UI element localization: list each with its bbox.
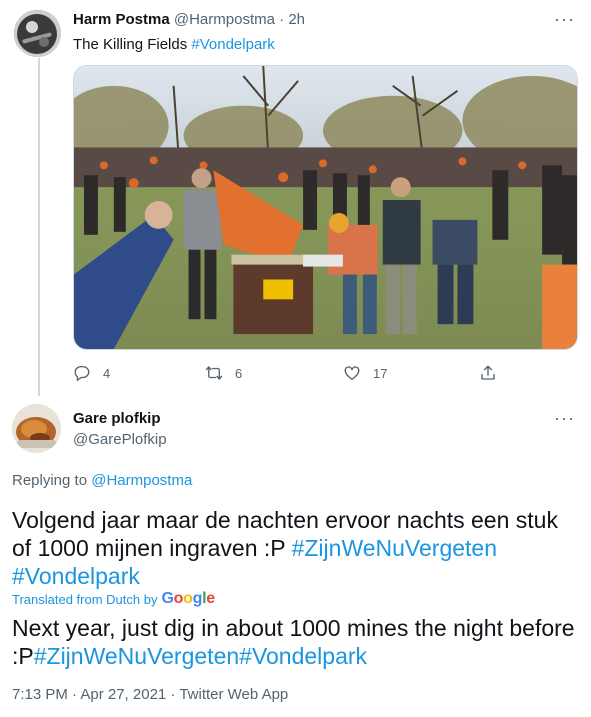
tweet1-header: Harm Postma @Harmpostma · 2h (73, 11, 305, 29)
share-icon (481, 365, 495, 380)
tweet2-more-options-icon[interactable]: ··· (554, 408, 575, 429)
reply-icon (74, 365, 90, 382)
tweet2-author-name[interactable]: Gare plofkip (73, 410, 161, 427)
replying-to-handle-link[interactable]: @Harmpostma (91, 472, 192, 489)
retweet-count: 6 (235, 365, 243, 381)
replying-to-line: Replying to @Harmpostma (12, 472, 192, 489)
share-button[interactable] (479, 364, 497, 382)
tweet1-author-name[interactable]: Harm Postma (73, 11, 170, 28)
tweet2-text: Volgend jaar maar de nachten ervoor nach… (12, 506, 582, 590)
tweet1-text: The Killing Fields #Vondelpark (73, 35, 275, 54)
reply-count: 4 (103, 365, 111, 381)
reply-button[interactable]: 4 (73, 364, 110, 382)
tweet2-hashtag-vondelpark[interactable]: #Vondelpark (12, 563, 140, 589)
tweet1-text-plain: The Killing Fields (73, 36, 192, 53)
thread-connector-line (38, 58, 40, 396)
heart-icon (344, 366, 360, 381)
replying-to-label: Replying to (12, 472, 92, 489)
translation-hashtag-zijnwenuvergeten[interactable]: #ZijnWeNuVergeten (34, 643, 239, 669)
tweet1-hashtag-link[interactable]: #Vondelpark (191, 36, 274, 53)
retweet-icon (205, 366, 223, 380)
avatar-gare-plofkip[interactable] (12, 404, 61, 453)
tweet1-action-bar: 4 6 17 (73, 364, 503, 384)
like-count: 17 (373, 365, 388, 381)
avatar-harm-postma[interactable] (14, 10, 61, 57)
translated-by-line[interactable]: Translated from Dutch by Google (12, 590, 215, 608)
google-logo: Google (161, 590, 215, 607)
tweet1-separator: · (274, 11, 289, 28)
translation-hashtag-vondelpark[interactable]: #Vondelpark (239, 643, 367, 669)
tweet1-time[interactable]: 2h (288, 11, 305, 28)
retweet-button[interactable]: 6 (205, 364, 242, 382)
like-button[interactable]: 17 (343, 364, 387, 382)
tweet1-media-photo[interactable] (73, 65, 578, 350)
tweet2-author-handle[interactable]: @GarePlofkip (73, 431, 167, 448)
tweet1-more-options-icon[interactable]: ··· (554, 9, 575, 30)
tweet1-author-handle[interactable]: @Harmpostma (174, 11, 275, 28)
tweet2-translation: Next year, just dig in about 1000 mines … (12, 614, 582, 670)
tweet2-meta-timestamp[interactable]: 7:13 PM · Apr 27, 2021 · Twitter Web App (12, 686, 288, 703)
tweet2-hashtag-zijnwenuvergeten[interactable]: #ZijnWeNuVergeten (292, 535, 497, 561)
translated-label: Translated from Dutch by (12, 591, 158, 607)
